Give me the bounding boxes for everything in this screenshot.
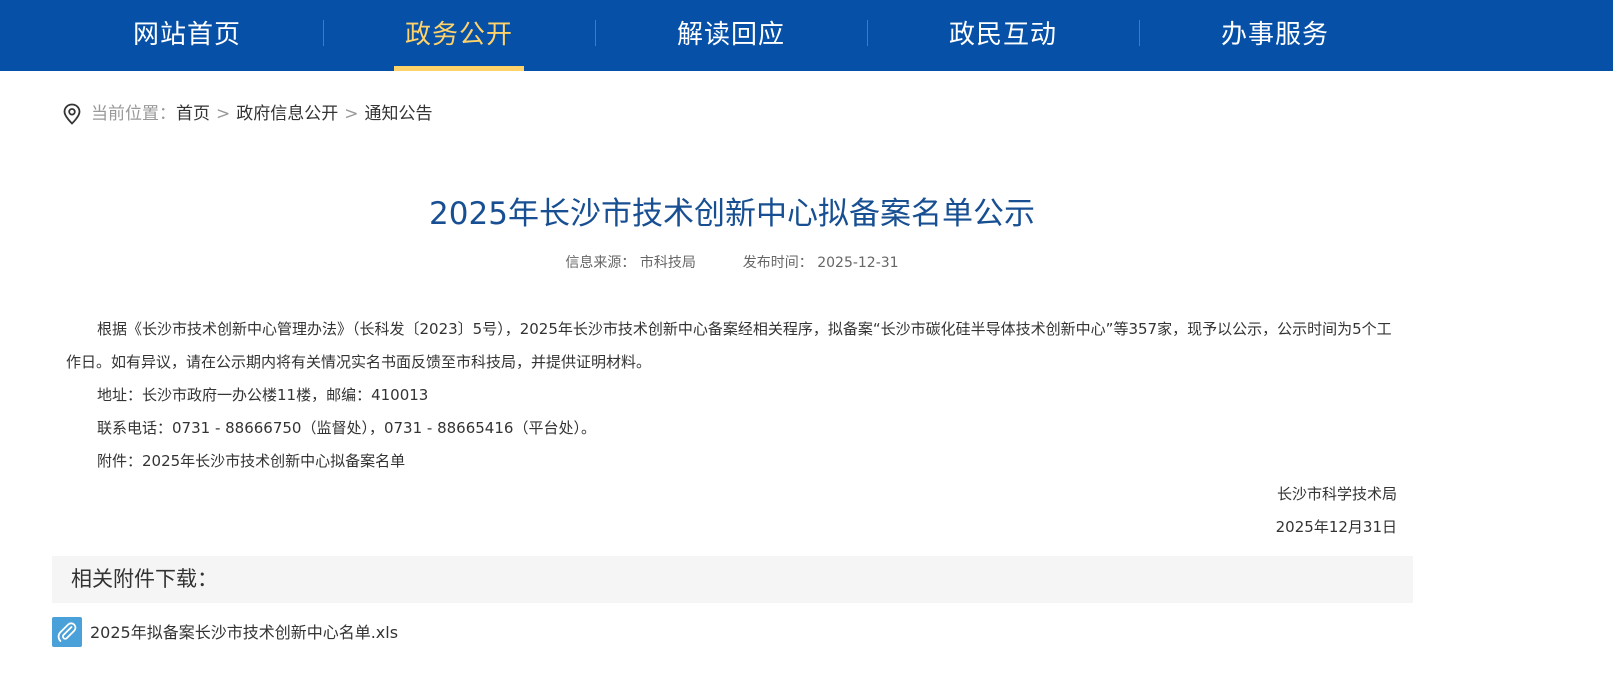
date-value: 2025-12-31 <box>817 255 899 271</box>
date-label: 发布时间： <box>742 255 813 271</box>
nav-separator <box>867 20 868 46</box>
breadcrumb-item-gov-info[interactable]: 政府信息公开 <box>236 104 338 124</box>
nav-item-label: 网站首页 <box>132 20 241 50</box>
paperclip-icon <box>52 617 82 647</box>
location-pin-icon <box>62 102 82 126</box>
breadcrumb-separator: > <box>344 104 359 124</box>
attachment-paragraph: 附件：2025年长沙市技术创新中心拟备案名单 <box>97 452 406 470</box>
address-paragraph: 地址：长沙市政府一办公楼11楼，邮编：410013 <box>97 386 429 404</box>
nav-item-interpretation[interactable]: 解读回应 <box>671 0 791 71</box>
nav-item-home[interactable]: 网站首页 <box>127 0 247 71</box>
nav-separator <box>595 20 596 46</box>
breadcrumb-item-notices[interactable]: 通知公告 <box>365 104 433 124</box>
article-body: 根据《长沙市技术创新中心管理办法》（长科发〔2023〕5号），2025年长沙市技… <box>66 313 1406 544</box>
article-meta: 信息来源： 市科技局 发布时间： 2025-12-31 <box>0 252 1464 272</box>
nav-active-underline <box>394 66 524 71</box>
signature: 长沙市科学技术局 <box>1276 485 1397 503</box>
breadcrumb-item-home[interactable]: 首页 <box>176 104 210 124</box>
nav-separator <box>323 20 324 46</box>
nav-item-label: 政务公开 <box>404 20 513 50</box>
nav-item-label: 政民互动 <box>948 20 1057 50</box>
top-navigation-bar: 网站首页 政务公开 解读回应 政民互动 办事服务 <box>0 0 1613 71</box>
attachments-heading: 相关附件下载： <box>52 556 1413 603</box>
attachment-link[interactable]: 2025年拟备案长沙市技术创新中心名单.xls <box>52 617 398 648</box>
nav-item-interaction[interactable]: 政民互动 <box>943 0 1063 71</box>
breadcrumb-separator: > <box>216 104 231 124</box>
attachments-heading-label: 相关附件下载： <box>71 567 218 591</box>
nav-item-services[interactable]: 办事服务 <box>1215 0 1335 71</box>
source-value: 市科技局 <box>639 255 696 271</box>
breadcrumb: 当前位置：首页 > 政府信息公开 > 通知公告 <box>62 102 433 126</box>
nav-item-label: 解读回应 <box>676 20 785 50</box>
nav-separator <box>1139 20 1140 46</box>
article-title: 2025年长沙市技术创新中心拟备案名单公示 <box>429 196 1035 232</box>
nav-item-gov-affairs[interactable]: 政务公开 <box>394 0 524 71</box>
nav-item-label: 办事服务 <box>1220 20 1329 50</box>
breadcrumb-prefix: 当前位置： <box>91 104 176 124</box>
phone-paragraph: 联系电话：0731 - 88666750（监督处），0731 - 8866541… <box>97 419 596 437</box>
body-paragraph: 根据《长沙市技术创新中心管理办法》（长科发〔2023〕5号），2025年长沙市技… <box>66 320 1392 371</box>
signature-date: 2025年12月31日 <box>1275 518 1397 536</box>
attachment-filename[interactable]: 2025年拟备案长沙市技术创新中心名单.xls <box>90 623 398 642</box>
source-label: 信息来源： <box>565 255 636 271</box>
